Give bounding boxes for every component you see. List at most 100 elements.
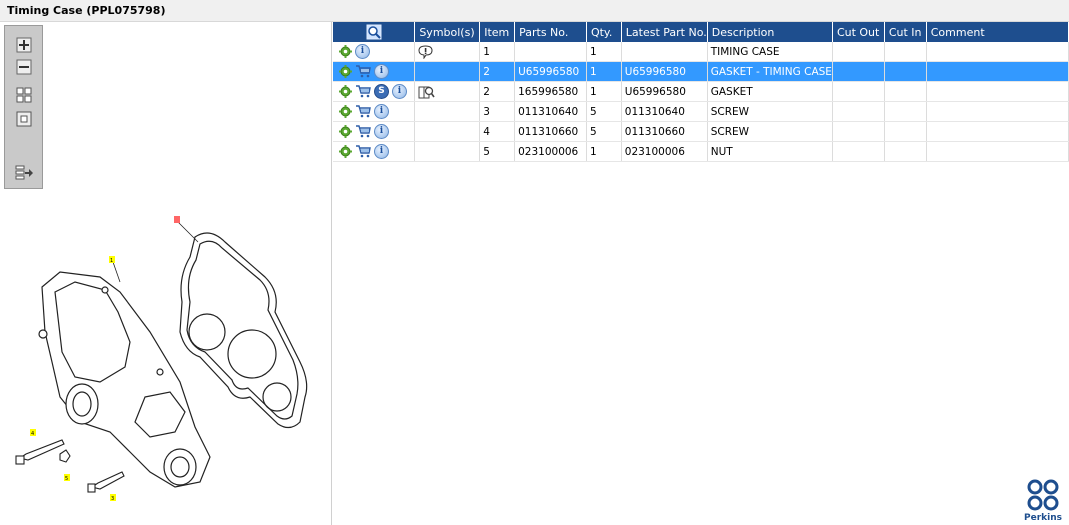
symbol-cell bbox=[414, 81, 481, 102]
cart-icon[interactable] bbox=[355, 105, 371, 118]
gear-icon[interactable] bbox=[339, 45, 352, 58]
row-actions-cell: i bbox=[333, 141, 416, 162]
column-header-parts-no[interactable]: Parts No. bbox=[514, 22, 587, 42]
zoom-out-button[interactable] bbox=[14, 58, 33, 75]
quantity-cell: 1 bbox=[586, 81, 622, 102]
comment-cell bbox=[926, 121, 1069, 142]
column-header-item[interactable]: Item bbox=[479, 22, 516, 42]
comment-cell bbox=[926, 42, 1069, 62]
fit-window-button[interactable] bbox=[14, 110, 33, 127]
table-row[interactable]: i 4 011310660 5 011310660 SCREW bbox=[333, 121, 1069, 142]
item-cell: 2 bbox=[479, 61, 516, 82]
column-header-symbols[interactable]: Symbol(s) bbox=[414, 22, 481, 42]
comment-cell bbox=[926, 81, 1069, 102]
window-titlebar: Timing Case (PPL075798) bbox=[0, 0, 1069, 22]
gear-icon[interactable] bbox=[339, 105, 352, 118]
fit-grid-button[interactable] bbox=[14, 86, 33, 103]
column-header-latest-part-no[interactable]: Latest Part No. bbox=[621, 22, 708, 42]
info-icon[interactable]: i bbox=[355, 44, 370, 59]
item-cell: 5 bbox=[479, 141, 516, 162]
gear-icon[interactable] bbox=[339, 145, 352, 158]
cut-out-cell bbox=[832, 141, 885, 162]
cart-icon[interactable] bbox=[355, 145, 371, 158]
column-header-cut-in[interactable]: Cut In bbox=[884, 22, 927, 42]
item-cell: 1 bbox=[479, 42, 516, 62]
s-icon[interactable]: S bbox=[374, 84, 389, 99]
part-number-cell: 011310640 bbox=[514, 101, 587, 122]
callout-leader bbox=[177, 221, 199, 243]
cut-out-cell bbox=[832, 101, 885, 122]
quantity-cell: 1 bbox=[586, 42, 622, 62]
info-icon[interactable]: i bbox=[374, 104, 389, 119]
cut-in-cell bbox=[884, 121, 927, 142]
fit-grid-icon bbox=[16, 87, 31, 102]
latest-part-number-cell: 011310660 bbox=[621, 121, 708, 142]
part-number-cell: U65996580 bbox=[514, 61, 587, 82]
cart-icon[interactable] bbox=[355, 125, 371, 138]
row-actions-cell: Si bbox=[333, 81, 416, 102]
table-row[interactable]: i 3 011310640 5 011310640 SCREW bbox=[333, 101, 1069, 122]
column-header-comment[interactable]: Comment bbox=[926, 22, 1069, 42]
table-row[interactable]: i 5 023100006 1 023100006 NUT bbox=[333, 141, 1069, 162]
description-cell: TIMING CASE bbox=[707, 42, 833, 62]
symbol-cell bbox=[414, 42, 481, 62]
column-header-cut-out[interactable]: Cut Out bbox=[832, 22, 885, 42]
item-cell: 2 bbox=[479, 81, 516, 102]
item-cell: 4 bbox=[479, 121, 516, 142]
table-header-row: Symbol(s) Item Parts No. Qty. Latest Par… bbox=[333, 22, 1069, 42]
gasket-shape bbox=[179, 232, 308, 429]
exploded-view-drawing[interactable]: 1 4 5 3 bbox=[0, 182, 330, 522]
comment-cell bbox=[926, 141, 1069, 162]
cut-in-cell bbox=[884, 101, 927, 122]
symbol-cell bbox=[414, 141, 481, 162]
description-cell: SCREW bbox=[707, 101, 833, 122]
callout-leader bbox=[112, 261, 121, 283]
parts-table: Symbol(s) Item Parts No. Qty. Latest Par… bbox=[333, 22, 1069, 162]
column-header-actions[interactable] bbox=[333, 22, 416, 42]
description-cell: NUT bbox=[707, 141, 833, 162]
cart-icon[interactable] bbox=[355, 65, 371, 78]
gear-icon[interactable] bbox=[339, 85, 352, 98]
exclamation-bubble-icon[interactable] bbox=[418, 44, 433, 59]
export-button[interactable] bbox=[14, 164, 33, 181]
symbol-cell bbox=[414, 101, 481, 122]
callout-label: 1 bbox=[110, 258, 113, 264]
latest-part-number-cell: 023100006 bbox=[621, 141, 708, 162]
gear-icon[interactable] bbox=[339, 125, 352, 138]
magnifier-book-icon[interactable] bbox=[418, 85, 435, 99]
parts-list-pane: Symbol(s) Item Parts No. Qty. Latest Par… bbox=[333, 22, 1069, 525]
latest-part-number-cell: U65996580 bbox=[621, 81, 708, 102]
info-icon[interactable]: i bbox=[374, 124, 389, 139]
part-number-cell: 011310660 bbox=[514, 121, 587, 142]
cut-out-cell bbox=[832, 81, 885, 102]
quantity-cell: 5 bbox=[586, 101, 622, 122]
callout-marker[interactable] bbox=[174, 216, 180, 223]
callout-label: 4 bbox=[31, 431, 34, 437]
row-actions-cell: i bbox=[333, 101, 416, 122]
zoom-in-button[interactable] bbox=[14, 36, 33, 53]
symbol-cell bbox=[414, 61, 481, 82]
search-icon[interactable] bbox=[366, 24, 382, 40]
column-header-qty[interactable]: Qty. bbox=[586, 22, 622, 42]
info-icon[interactable]: i bbox=[374, 64, 389, 79]
description-cell: GASKET bbox=[707, 81, 833, 102]
export-icon bbox=[15, 165, 33, 179]
parts-table-body: i 1 1 TIMING CASE i 2 U65996580 1 U65996580 GASKE… bbox=[333, 42, 1069, 162]
cut-out-cell bbox=[832, 42, 885, 62]
gear-icon[interactable] bbox=[339, 65, 352, 78]
cart-icon[interactable] bbox=[355, 85, 371, 98]
cut-out-cell bbox=[832, 121, 885, 142]
latest-part-number-cell: U65996580 bbox=[621, 61, 708, 82]
zoom-in-icon bbox=[16, 37, 31, 52]
info-icon[interactable]: i bbox=[392, 84, 407, 99]
illustration-pane[interactable]: 1 4 5 3 bbox=[0, 22, 332, 525]
table-row[interactable]: Si 2 165996580 1 U65996580 GASKET bbox=[333, 81, 1069, 102]
info-icon[interactable]: i bbox=[374, 144, 389, 159]
fit-window-icon bbox=[16, 111, 31, 126]
table-row[interactable]: i 2 U65996580 1 U65996580 GASKET - TIMING CAS… bbox=[333, 61, 1069, 82]
row-actions-cell: i bbox=[333, 121, 416, 142]
window-title: Timing Case (PPL075798) bbox=[7, 4, 166, 17]
table-row[interactable]: i 1 1 TIMING CASE bbox=[333, 42, 1069, 62]
comment-cell bbox=[926, 61, 1069, 82]
column-header-description[interactable]: Description bbox=[707, 22, 833, 42]
